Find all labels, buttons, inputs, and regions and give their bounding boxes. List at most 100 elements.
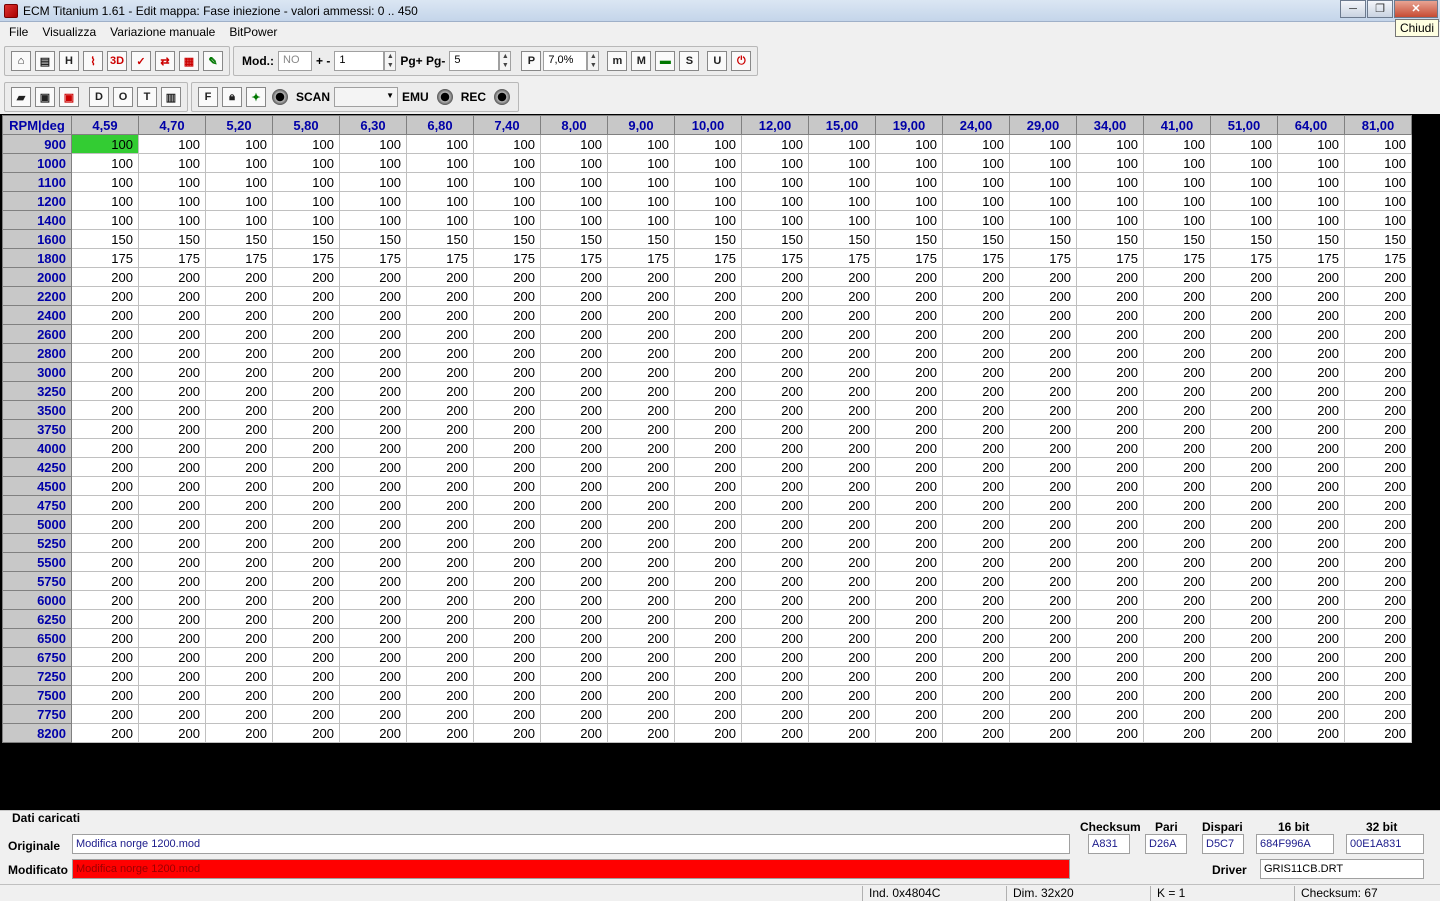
map-cell[interactable]: 200	[1210, 286, 1278, 306]
map-cell[interactable]: 200	[808, 723, 876, 743]
map-cell[interactable]: 100	[607, 172, 675, 192]
map-cell[interactable]: 200	[942, 647, 1010, 667]
map-cell[interactable]: 200	[406, 609, 474, 629]
map-cell[interactable]: 200	[607, 704, 675, 724]
map-cell[interactable]: 200	[808, 476, 876, 496]
map-cell[interactable]: 200	[138, 457, 206, 477]
map-cell[interactable]: 100	[138, 134, 206, 154]
map-cell[interactable]: 200	[473, 647, 541, 667]
map-cell[interactable]: 200	[272, 533, 340, 553]
row-header[interactable]: 1100	[2, 172, 72, 192]
map-cell[interactable]: 200	[808, 495, 876, 515]
row-header[interactable]: 6250	[2, 609, 72, 629]
map-cell[interactable]: 200	[942, 286, 1010, 306]
map-cell[interactable]: 200	[808, 362, 876, 382]
map-cell[interactable]: 200	[875, 267, 943, 287]
map-cell[interactable]: 100	[406, 210, 474, 230]
column-header[interactable]: 5,80	[272, 115, 340, 135]
map-cell[interactable]: 200	[607, 286, 675, 306]
map-cell[interactable]: 200	[138, 267, 206, 287]
map-cell[interactable]: 100	[1143, 172, 1211, 192]
map-cell[interactable]: 200	[1076, 704, 1144, 724]
map-cell[interactable]: 200	[875, 628, 943, 648]
map-cell[interactable]: 100	[138, 153, 206, 173]
column-header[interactable]: 29,00	[1009, 115, 1077, 135]
map-cell[interactable]: 200	[1009, 666, 1077, 686]
map-cell[interactable]: 200	[339, 647, 407, 667]
compare-icon[interactable]: ⇄	[155, 51, 175, 71]
map-cell[interactable]: 100	[808, 172, 876, 192]
map-cell[interactable]: 100	[875, 191, 943, 211]
map-cell[interactable]: 150	[1344, 229, 1412, 249]
map-cell[interactable]: 200	[875, 381, 943, 401]
column-header[interactable]: 4,59	[71, 115, 139, 135]
map-cell[interactable]: 150	[942, 229, 1010, 249]
column-header[interactable]: 8,00	[540, 115, 608, 135]
map-cell[interactable]: 100	[942, 134, 1010, 154]
row-header[interactable]: 6500	[2, 628, 72, 648]
map-cell[interactable]: 200	[406, 723, 474, 743]
map-cell[interactable]: 200	[1143, 362, 1211, 382]
column-header[interactable]: 10,00	[674, 115, 742, 135]
map-cell[interactable]: 175	[1143, 248, 1211, 268]
map-cell[interactable]: 150	[1210, 229, 1278, 249]
map-cell[interactable]: 100	[71, 210, 139, 230]
map-cell[interactable]: 175	[875, 248, 943, 268]
map-cell[interactable]: 200	[138, 400, 206, 420]
map-cell[interactable]: 200	[339, 286, 407, 306]
map-cell[interactable]: 200	[1277, 590, 1345, 610]
map-cell[interactable]: 100	[1009, 191, 1077, 211]
map-cell[interactable]: 200	[406, 666, 474, 686]
map-cell[interactable]: 200	[1210, 647, 1278, 667]
row-header[interactable]: 7500	[2, 685, 72, 705]
map-cell[interactable]: 200	[1210, 343, 1278, 363]
row-header[interactable]: 1200	[2, 191, 72, 211]
map-cell[interactable]: 200	[1277, 324, 1345, 344]
map-cell[interactable]: 200	[741, 476, 809, 496]
map-cell[interactable]: 200	[741, 609, 809, 629]
map-cell[interactable]: 100	[473, 210, 541, 230]
map-cell[interactable]: 200	[674, 476, 742, 496]
map-cell[interactable]: 100	[205, 191, 273, 211]
map-cell[interactable]: 200	[406, 438, 474, 458]
map-cell[interactable]: 200	[607, 628, 675, 648]
map-cell[interactable]: 200	[1143, 628, 1211, 648]
map-cell[interactable]: 100	[71, 191, 139, 211]
map-cell[interactable]: 100	[71, 172, 139, 192]
map-cell[interactable]: 200	[674, 514, 742, 534]
map-cell[interactable]: 200	[1210, 305, 1278, 325]
map-cell[interactable]: 200	[473, 362, 541, 382]
map-cell[interactable]: 200	[1210, 723, 1278, 743]
map-cell[interactable]: 200	[674, 571, 742, 591]
map-cell[interactable]: 200	[942, 324, 1010, 344]
map-cell[interactable]: 200	[71, 438, 139, 458]
map-cell[interactable]: 200	[272, 666, 340, 686]
map-cell[interactable]: 200	[1344, 533, 1412, 553]
map-cell[interactable]: 200	[1277, 419, 1345, 439]
map-cell[interactable]: 200	[138, 495, 206, 515]
map-cell[interactable]: 200	[540, 571, 608, 591]
column-header[interactable]: 6,80	[406, 115, 474, 135]
map-cell[interactable]: 100	[272, 134, 340, 154]
map-cell[interactable]: 200	[808, 609, 876, 629]
map-cell[interactable]: 200	[1210, 400, 1278, 420]
map-cell[interactable]: 200	[607, 609, 675, 629]
map-cell[interactable]: 200	[1143, 267, 1211, 287]
table-d-icon[interactable]: D	[89, 87, 109, 107]
map-cell[interactable]: 200	[205, 419, 273, 439]
map-cell[interactable]: 200	[205, 590, 273, 610]
row-header[interactable]: 3500	[2, 400, 72, 420]
map-cell[interactable]: 200	[1009, 419, 1077, 439]
map-cell[interactable]: 200	[138, 381, 206, 401]
map-cell[interactable]: 200	[808, 324, 876, 344]
map-cell[interactable]: 200	[406, 324, 474, 344]
map-cell[interactable]: 100	[1143, 191, 1211, 211]
map-cell[interactable]: 200	[473, 419, 541, 439]
map-cell[interactable]: 200	[473, 286, 541, 306]
map-cell[interactable]: 200	[942, 343, 1010, 363]
pg-input[interactable]: 5	[449, 51, 500, 71]
map-cell[interactable]: 200	[205, 533, 273, 553]
map-cell[interactable]: 200	[674, 723, 742, 743]
map-cell[interactable]: 200	[1277, 609, 1345, 629]
map-cell[interactable]: 200	[1143, 514, 1211, 534]
